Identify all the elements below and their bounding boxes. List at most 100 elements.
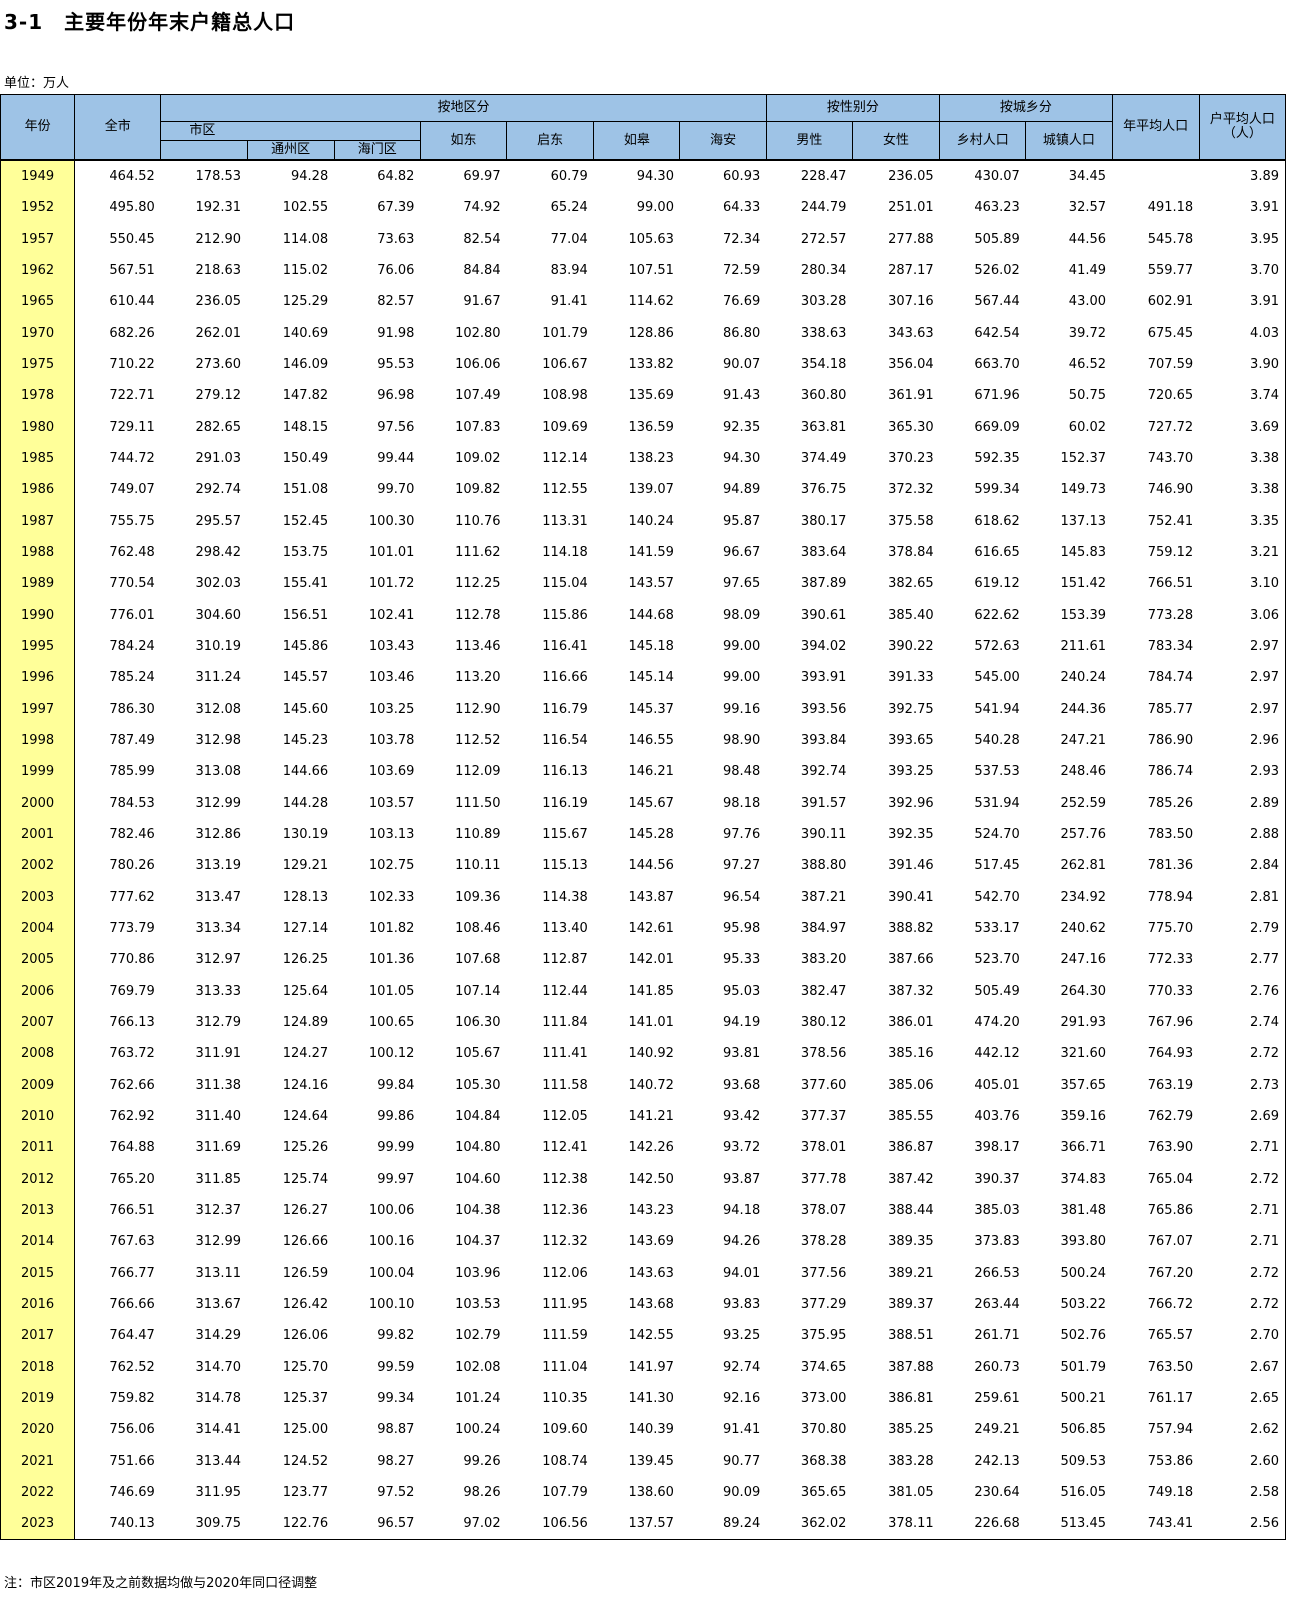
value-cell: 763.19: [1147, 1077, 1194, 1093]
value-cell: 495.80: [109, 200, 155, 216]
value-cell: 145.14: [628, 670, 674, 686]
value-cell: 282.65: [195, 419, 242, 435]
value-cell: 138.23: [628, 451, 674, 467]
value-cell: 2.60: [1199, 1445, 1287, 1477]
value-cell: 474.20: [974, 1015, 1020, 1031]
value-cell: 307.16: [888, 294, 934, 310]
year-cell: 2022: [0, 1476, 76, 1509]
table-row: 2007 766.13 312.79 124.89 100.65 106.30 111.84…: [0, 1006, 1287, 1039]
value-cell: 142.61: [628, 921, 674, 937]
table-row: 1970 682.26 262.01 140.69 91.98 102.80 101.79 1…: [0, 317, 1287, 349]
value-cell: 145.18: [628, 639, 674, 655]
table-row: 2022 746.69 311.95 123.77 97.52 98.26 107.79 13…: [0, 1476, 1287, 1509]
value-cell: 759.12: [1147, 545, 1194, 561]
value-cell: 106.67: [542, 357, 588, 373]
value-cell: 312.37: [195, 1202, 242, 1218]
value-cell: 343.63: [888, 325, 934, 341]
value-cell: 41.49: [1068, 263, 1107, 279]
value-cell: 96.54: [723, 889, 761, 905]
value-cell: 76.06: [377, 263, 415, 279]
value-cell: 95.87: [723, 513, 761, 529]
value-cell: 784.53: [109, 795, 155, 811]
value-cell: 513.45: [1025, 1508, 1113, 1541]
value-cell: 97.27: [723, 858, 761, 874]
value-cell: 60.93: [723, 169, 761, 185]
value-cell: 112.05: [542, 1109, 588, 1124]
year-cell: 1989: [0, 568, 76, 600]
value-cell: 113.46: [455, 639, 501, 655]
year-cell: 2008: [0, 1038, 76, 1070]
header-urban: 城镇人口: [1025, 121, 1113, 161]
value-cell: 156.51: [282, 607, 329, 623]
value-cell: 104.84: [455, 1109, 501, 1124]
value-cell: 93.68: [723, 1077, 761, 1093]
value-cell: 770.54: [109, 576, 155, 592]
table-row: 1998 787.49 312.98 145.23 103.78 112.52 116.54…: [0, 724, 1287, 757]
value-cell: 382.65: [888, 576, 934, 592]
value-cell: 3.38: [1199, 442, 1287, 475]
value-cell: 145.86: [282, 639, 329, 655]
table-row: 2012 765.20 311.85 125.74 99.97 104.60 112.38 1…: [0, 1163, 1287, 1195]
value-cell: 753.86: [1147, 1453, 1194, 1469]
value-cell: 106.56: [506, 1508, 594, 1541]
year-cell: 2016: [0, 1288, 76, 1321]
value-cell: 377.78: [800, 1171, 847, 1187]
value-cell: 103.78: [368, 733, 415, 749]
value-cell: 506.85: [1060, 1422, 1107, 1438]
value-cell: 763.72: [109, 1046, 155, 1062]
table-row: 1995 784.24 310.19 145.86 103.43 113.46 116.41…: [0, 630, 1287, 663]
value-cell: 3.35: [1199, 505, 1287, 537]
value-cell: 2.70: [1199, 1320, 1287, 1352]
value-cell: 141.01: [628, 1015, 674, 1031]
value-cell: 102.75: [368, 858, 415, 874]
value-cell: 116.66: [542, 670, 588, 686]
header-household-avg: 户平均人口（人）: [1198, 94, 1287, 161]
value-cell: 312.79: [195, 1015, 242, 1031]
value-cell: 786.30: [109, 701, 155, 717]
value-cell: 97.76: [723, 827, 761, 843]
value-cell: 391.57: [800, 795, 847, 811]
value-cell: 500.21: [1060, 1390, 1107, 1406]
header-tongzhou: 通州区: [246, 140, 335, 161]
value-cell: 109.69: [542, 419, 588, 435]
value-cell: 2.97: [1199, 662, 1287, 694]
value-cell: [1112, 160, 1199, 192]
value-cell: 311.85: [195, 1171, 242, 1187]
value-cell: 710.22: [109, 357, 155, 373]
value-cell: 93.83: [723, 1296, 761, 1312]
value-cell: 776.01: [109, 607, 155, 623]
value-cell: 357.65: [1060, 1077, 1107, 1093]
value-cell: 775.70: [1147, 921, 1194, 937]
year-cell: 1980: [0, 411, 76, 443]
value-cell: 100.10: [368, 1296, 415, 1312]
value-cell: 378.56: [800, 1046, 847, 1062]
value-cell: 112.41: [542, 1140, 588, 1156]
value-cell: 381.48: [1060, 1202, 1107, 1218]
value-cell: 377.56: [800, 1265, 847, 1281]
value-cell: 113.40: [542, 921, 588, 937]
header-annual-avg: 年平均人口: [1111, 94, 1200, 161]
value-cell: 542.70: [974, 889, 1020, 905]
value-cell: 313.11: [195, 1265, 242, 1281]
value-cell: 291.93: [1060, 1015, 1107, 1031]
year-cell: 2021: [0, 1445, 76, 1477]
value-cell: 145.60: [282, 701, 329, 717]
table-row: 1996 785.24 311.24 145.57 103.46 113.20 116.66…: [0, 662, 1287, 694]
value-cell: 103.43: [368, 639, 415, 655]
value-cell: 116.41: [542, 639, 588, 655]
value-cell: 365.65: [800, 1484, 847, 1500]
value-cell: 94.89: [723, 482, 761, 498]
value-cell: 3.74: [1199, 380, 1287, 412]
value-cell: 279.12: [195, 388, 242, 404]
header-haian: 海安: [679, 121, 767, 161]
value-cell: 391.33: [888, 670, 934, 686]
value-cell: 3.10: [1199, 568, 1287, 600]
year-cell: 1975: [0, 348, 76, 381]
table-row: 2018 762.52 314.70 125.70 99.59 102.08 111.04 1…: [0, 1351, 1287, 1383]
value-cell: 133.82: [628, 357, 674, 373]
value-cell: 151.42: [1060, 576, 1107, 592]
value-cell: 377.37: [800, 1109, 847, 1124]
value-cell: 2.71: [1199, 1132, 1287, 1164]
value-cell: 102.41: [368, 607, 415, 623]
header-year: 年份: [0, 94, 76, 161]
